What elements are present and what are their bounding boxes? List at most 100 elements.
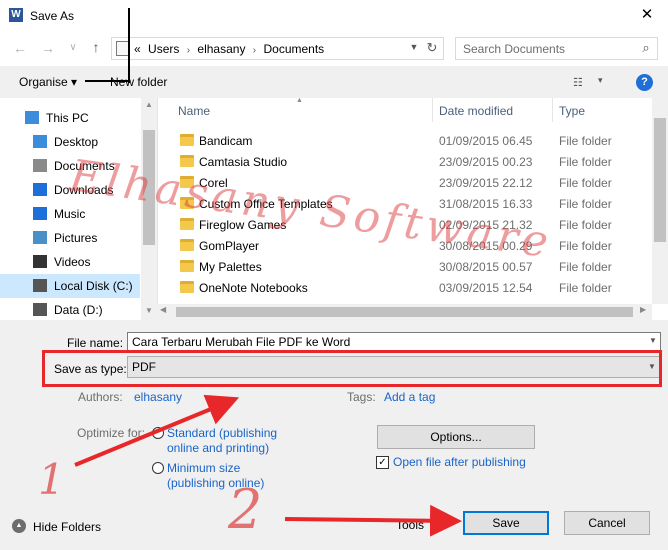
desktop-icon [33, 135, 47, 148]
back-arrow-icon[interactable]: ← [11, 39, 29, 57]
add-tag-link[interactable]: Add a tag [384, 390, 435, 404]
file-type: File folder [559, 239, 612, 253]
file-list-scrollbar-thumb[interactable] [654, 118, 666, 242]
refresh-icon[interactable]: ↻ [423, 40, 441, 58]
sidebar-item-label: This PC [46, 111, 89, 125]
hide-folders-icon[interactable]: ▲ [12, 519, 26, 533]
file-row[interactable]: My Palettes 30/08/2015 00.57 File folder [172, 256, 652, 277]
tags-label: Tags: [347, 390, 376, 404]
open-after-publishing-label[interactable]: Open file after publishing [393, 455, 526, 469]
sidebar-item[interactable]: Documents [0, 154, 140, 178]
file-name: My Palettes [199, 260, 262, 274]
breadcrumb-item-users[interactable]: Users [148, 42, 179, 56]
authors-label: Authors: [78, 390, 123, 404]
sidebar-item[interactable]: Music [0, 202, 140, 226]
forward-arrow-icon[interactable]: → [39, 39, 57, 57]
sidebar-item[interactable]: Local Disk (C:) [0, 274, 140, 298]
chevron-down-icon[interactable]: ▼ [649, 336, 657, 345]
file-name-input[interactable]: Cara Terbaru Merubah File PDF ke Word [127, 332, 661, 352]
scroll-right-icon[interactable]: ▶ [640, 305, 646, 314]
chevron-right-icon: › [252, 45, 257, 56]
chevron-down-icon[interactable]: ▼ [407, 42, 421, 56]
sidebar-item-label: Music [54, 207, 86, 221]
column-header-type[interactable]: Type [559, 104, 585, 118]
file-date: 31/08/2015 16.33 [439, 197, 533, 211]
file-name: GomPlayer [199, 239, 260, 253]
folder-icon [180, 260, 194, 272]
breadcrumb: « Users › elhasany › Documents [134, 42, 328, 56]
options-button[interactable]: Options... [377, 425, 535, 449]
close-icon[interactable]: ✕ [632, 4, 662, 26]
text-cursor-marker [85, 80, 130, 82]
breadcrumb-item-documents[interactable]: Documents [263, 42, 324, 56]
recent-locations-icon[interactable]: ∨ [64, 39, 82, 57]
standard-radio[interactable] [152, 427, 164, 439]
minimum-size-radio[interactable] [152, 462, 164, 474]
standard-option-line2[interactable]: online and printing) [167, 441, 269, 455]
minimum-option-line2[interactable]: (publishing online) [167, 476, 264, 490]
minimum-option-line1[interactable]: Minimum size [167, 461, 240, 475]
chevron-down-icon[interactable]: ▾ [598, 75, 603, 86]
file-type: File folder [559, 134, 612, 148]
sidebar-item[interactable]: This PC [0, 106, 140, 130]
folder-icon [180, 239, 194, 251]
search-placeholder: Search Documents [463, 42, 566, 56]
save-button[interactable]: Save [463, 511, 549, 535]
sidebar-item[interactable]: Downloads [0, 178, 140, 202]
open-after-publishing-checkbox[interactable]: ✓ [376, 456, 389, 469]
standard-option-line1[interactable]: Standard (publishing [167, 426, 277, 440]
search-input[interactable]: Search Documents ⌕ [455, 37, 658, 60]
sidebar-item[interactable]: Data (D:) [0, 298, 140, 322]
column-divider[interactable] [432, 98, 433, 122]
up-arrow-icon[interactable]: ↑ [87, 38, 105, 56]
scroll-down-icon[interactable]: ▼ [141, 306, 157, 315]
sidebar-item[interactable]: Desktop [0, 130, 140, 154]
file-row[interactable]: OneNote Notebooks 03/09/2015 12.54 File fo… [172, 277, 652, 298]
nav-pane-scrollbar-thumb[interactable] [143, 130, 155, 245]
file-name: Bandicam [199, 134, 253, 148]
sidebar-item-label: Downloads [54, 183, 114, 197]
column-header-name[interactable]: Name [178, 104, 210, 118]
file-row[interactable]: Custom Office Templates 31/08/2015 16.33 F… [172, 193, 652, 214]
horizontal-scrollbar-thumb[interactable] [176, 307, 633, 317]
word-app-icon: W [9, 8, 23, 22]
file-name: Fireglow Games [199, 218, 287, 232]
file-name: Custom Office Templates [199, 197, 333, 211]
sidebar-item[interactable]: Videos [0, 250, 140, 274]
authors-value[interactable]: elhasany [134, 390, 182, 404]
file-date: 23/09/2015 22.12 [439, 176, 533, 190]
cancel-button[interactable]: Cancel [564, 511, 650, 535]
file-row[interactable]: GomPlayer 30/08/2015 00.29 File folder [172, 235, 652, 256]
sidebar-item-label: Videos [54, 255, 91, 269]
title-bar [0, 0, 668, 32]
tools-button[interactable]: Tools [396, 518, 424, 532]
organise-button[interactable]: Organise ▾ [19, 75, 77, 89]
hide-folders-button[interactable]: Hide Folders [33, 520, 101, 534]
file-type: File folder [559, 281, 612, 295]
sidebar-item-label: Data (D:) [54, 303, 103, 317]
file-row[interactable]: Fireglow Games 02/09/2015 21.32 File folde… [172, 214, 652, 235]
highlight-box [42, 350, 662, 387]
file-date: 23/09/2015 00.23 [439, 155, 533, 169]
view-options-icon[interactable]: ☷ [573, 76, 589, 89]
file-name-label: File name: [67, 336, 124, 350]
sidebar-item[interactable]: Pictures [0, 226, 140, 250]
folder-icon [180, 281, 194, 293]
file-date: 03/09/2015 12.54 [439, 281, 533, 295]
file-row[interactable]: Bandicam 01/09/2015 06.45 File folder [172, 130, 652, 151]
column-header-date[interactable]: Date modified [439, 104, 513, 118]
file-row[interactable]: Camtasia Studio 23/09/2015 00.23 File fold… [172, 151, 652, 172]
scroll-left-icon[interactable]: ◀ [160, 305, 166, 314]
command-toolbar [0, 66, 668, 98]
column-divider[interactable] [552, 98, 553, 122]
file-date: 30/08/2015 00.29 [439, 239, 533, 253]
breadcrumb-overflow[interactable]: « [134, 42, 141, 56]
scroll-up-icon[interactable]: ▲ [141, 100, 157, 109]
file-row[interactable]: Corel 23/09/2015 22.12 File folder [172, 172, 652, 193]
breadcrumb-item-user[interactable]: elhasany [197, 42, 245, 56]
file-type: File folder [559, 218, 612, 232]
address-bar[interactable]: « Users › elhasany › Documents ▼ ↻ [111, 37, 444, 60]
folder-icon [180, 218, 194, 230]
new-folder-button[interactable]: New folder [110, 75, 167, 89]
help-icon[interactable]: ? [636, 74, 653, 91]
